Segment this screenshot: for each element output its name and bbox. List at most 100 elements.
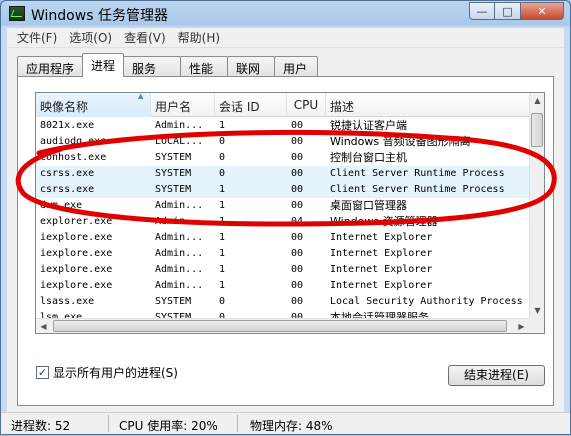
cell-description: 锐捷认证客户端 [330,119,407,132]
status-divider [108,415,109,432]
show-all-users-checkbox[interactable]: ✓ [36,366,49,379]
process-row[interactable]: iexplore.exe Admin... 1 00 Internet Explorer [36,246,529,262]
cell-image-name: iexplore.exe [40,232,113,243]
cell-session-id: 0 [219,168,226,179]
process-list[interactable]: 映像名称 ▲ 用户名 会话 ID CPU 描述 8021x.exe Admin..… [35,92,545,334]
vertical-scroll-thumb[interactable] [531,113,543,147]
menu-view[interactable]: 查看(V) [118,29,172,46]
cell-image-name: explorer.exe [40,216,113,227]
task-manager-window: Windows 任务管理器 — □ ✕ 文件(F) 选项(O) 查看(V) 帮助… [0,0,571,435]
horizontal-scroll-thumb[interactable] [53,320,507,332]
cell-session-id: 1 [219,248,226,259]
cell-user-name: SYSTEM [155,152,192,163]
process-row[interactable]: iexplore.exe Admin... 1 00 Internet Explorer [36,278,529,294]
cell-description: Internet Explorer [330,248,433,259]
process-row[interactable]: explorer.exe Admin... 1 04 Windows 资源管理器 [36,214,529,230]
cell-session-id: 1 [219,280,226,291]
cell-cpu: 00 [291,168,304,179]
tab-services[interactable]: 服务 [123,56,182,77]
process-row[interactable]: csrss.exe SYSTEM 0 00 Client Server Runtime … [36,166,529,182]
cell-user-name: Admin... [155,216,204,227]
cell-description: Internet Explorer [330,280,433,291]
cell-session-id: 0 [219,296,226,307]
cell-user-name: SYSTEM [155,184,192,195]
status-memory-usage: 物理内存: 48% [250,419,333,433]
tab-processes[interactable]: 进程 [82,53,125,77]
sort-ascending-icon: ▲ [138,92,144,100]
cell-description: Internet Explorer [330,264,433,275]
cell-image-name: conhost.exe [40,152,107,163]
process-row[interactable]: conhost.exe SYSTEM 0 00 控制台窗口主机 [36,150,529,166]
menu-options[interactable]: 选项(O) [63,29,118,46]
title-bar[interactable]: Windows 任务管理器 — □ ✕ [1,1,570,27]
cell-image-name: csrss.exe [40,184,95,195]
cell-image-name: iexplore.exe [40,248,113,259]
process-row[interactable]: iexplore.exe Admin... 1 00 Internet Explorer [36,262,529,278]
cell-cpu: 00 [291,296,304,307]
cell-description: Local Security Authority Process [330,296,523,307]
scroll-up-icon[interactable]: ▲ [530,93,544,108]
tab-networking[interactable]: 联网 [227,56,276,77]
cell-cpu: 00 [291,232,304,243]
window-title: Windows 任务管理器 [31,8,168,24]
cell-image-name: dwm.exe [40,200,83,211]
cell-image-name: lsass.exe [40,296,95,307]
cell-image-name: csrss.exe [40,168,95,179]
cell-image-name: audiodg.exe [40,136,107,147]
cell-description: Windows 音频设备图形隔离 [330,135,471,148]
cell-session-id: 1 [219,184,226,195]
cell-image-name: iexplore.exe [40,280,113,291]
cell-session-id: 1 [219,120,226,131]
scroll-down-icon[interactable]: ▼ [530,303,544,318]
menu-help[interactable]: 帮助(H) [172,29,226,46]
scroll-left-icon[interactable]: ◀ [36,319,51,333]
column-user-name[interactable]: 用户名 [151,93,215,117]
cell-session-id: 0 [219,152,226,163]
column-cpu[interactable]: CPU [287,93,326,117]
cell-cpu: 00 [291,120,304,131]
column-description[interactable]: 描述 [326,93,531,117]
cell-user-name: Admin... [155,120,204,131]
cell-cpu: 00 [291,264,304,275]
status-cpu-usage: CPU 使用率: 20% [119,419,218,433]
status-process-count: 进程数: 52 [11,419,71,433]
cell-session-id: 1 [219,200,226,211]
vertical-scrollbar[interactable]: ▲ ▼ [529,93,544,318]
end-process-button[interactable]: 结束进程(E) [448,365,545,386]
column-session-id[interactable]: 会话 ID [215,93,287,117]
horizontal-scrollbar[interactable]: ◀ ▶ [36,318,529,333]
process-row[interactable]: iexplore.exe Admin... 1 00 Internet Explorer [36,230,529,246]
tab-strip: 应用程序 进程 服务 性能 联网 用户 [17,53,319,77]
process-row[interactable]: 8021x.exe Admin... 1 00 锐捷认证客户端 [36,118,529,134]
process-row[interactable]: lsass.exe SYSTEM 0 00 Local Security Authori… [36,294,529,310]
process-row[interactable]: audiodg.exe LOCAL... 0 00 Windows 音频设备图形隔离 [36,134,529,150]
menu-file[interactable]: 文件(F) [11,29,63,46]
cell-session-id: 1 [219,264,226,275]
close-button[interactable]: ✕ [521,2,564,20]
cell-description: 控制台窗口主机 [330,151,407,164]
column-image-name[interactable]: 映像名称 ▲ [36,93,151,117]
tab-applications[interactable]: 应用程序 [17,56,84,77]
process-row[interactable]: dwm.exe Admin... 1 00 桌面窗口管理器 [36,198,529,214]
cell-cpu: 00 [291,184,304,195]
tab-users[interactable]: 用户 [274,56,319,77]
column-image-name-label: 映像名称 [40,100,89,114]
cell-description: Internet Explorer [330,232,433,243]
minimize-button[interactable]: — [469,2,495,20]
cell-session-id: 0 [219,136,226,147]
maximize-button[interactable]: □ [495,2,521,20]
show-all-users-option[interactable]: ✓ 显示所有用户的进程(S) [36,364,178,381]
cell-description: Windows 资源管理器 [330,215,438,228]
cell-user-name: SYSTEM [155,168,192,179]
cell-user-name: Admin... [155,264,204,275]
cell-session-id: 1 [219,232,226,243]
process-row[interactable]: csrss.exe SYSTEM 1 00 Client Server Runtime … [36,182,529,198]
cell-cpu: 00 [291,200,304,211]
status-divider [237,415,238,432]
cell-user-name: Admin... [155,248,204,259]
scroll-right-icon[interactable]: ▶ [514,319,529,333]
cell-cpu: 04 [291,216,304,227]
cell-user-name: Admin... [155,280,204,291]
cell-description: 桌面窗口管理器 [330,199,407,212]
tab-performance[interactable]: 性能 [180,56,229,77]
